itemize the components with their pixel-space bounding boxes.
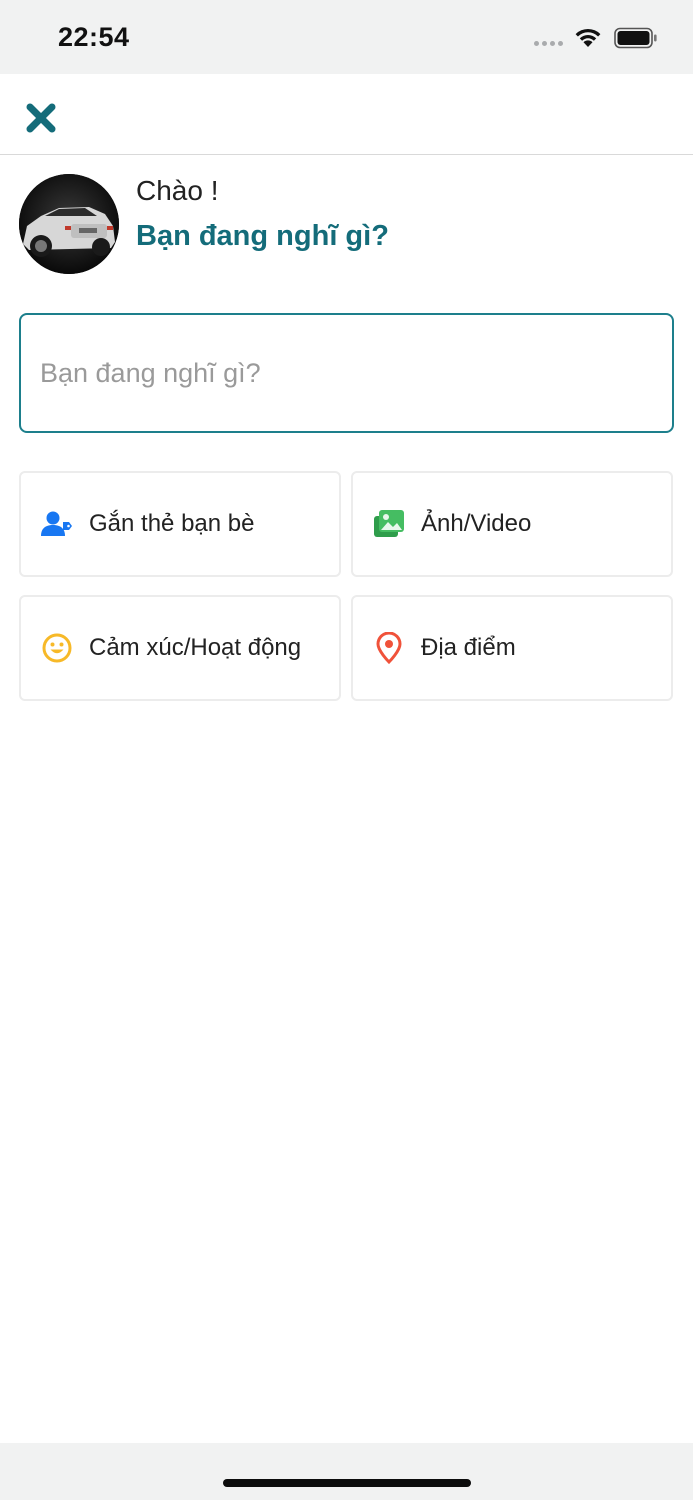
post-input[interactable]: [19, 313, 674, 433]
home-indicator[interactable]: [223, 1479, 471, 1487]
bottom-bar: [0, 1443, 693, 1500]
close-button[interactable]: [24, 101, 58, 135]
avatar: [19, 174, 119, 274]
tag-friends-button[interactable]: Gắn thẻ bạn bè: [19, 471, 341, 577]
battery-icon: [614, 27, 657, 49]
feeling-activity-label: Cảm xúc/Hoạt động: [89, 634, 302, 661]
greeting-text: Chào !: [136, 175, 219, 206]
location-button[interactable]: Địa điểm: [351, 595, 673, 701]
status-time: 22:54: [58, 22, 130, 52]
prompt-title: Bạn đang nghĩ gì?: [136, 220, 389, 252]
tag-friends-icon: [41, 508, 73, 540]
close-icon: [26, 103, 56, 133]
photo-video-button[interactable]: Ảnh/Video: [351, 471, 673, 577]
signal-icon: [534, 41, 563, 46]
top-bar: [0, 74, 693, 155]
photo-video-label: Ảnh/Video: [421, 510, 532, 537]
wifi-icon: [575, 28, 601, 47]
photo-icon: [373, 508, 405, 540]
status-bar: 22:54: [0, 0, 693, 74]
feeling-activity-button[interactable]: Cảm xúc/Hoạt động: [19, 595, 341, 701]
tag-friends-label: Gắn thẻ bạn bè: [89, 510, 255, 537]
location-label: Địa điểm: [421, 634, 516, 661]
smiley-icon: [41, 632, 73, 664]
location-pin-icon: [373, 632, 405, 664]
